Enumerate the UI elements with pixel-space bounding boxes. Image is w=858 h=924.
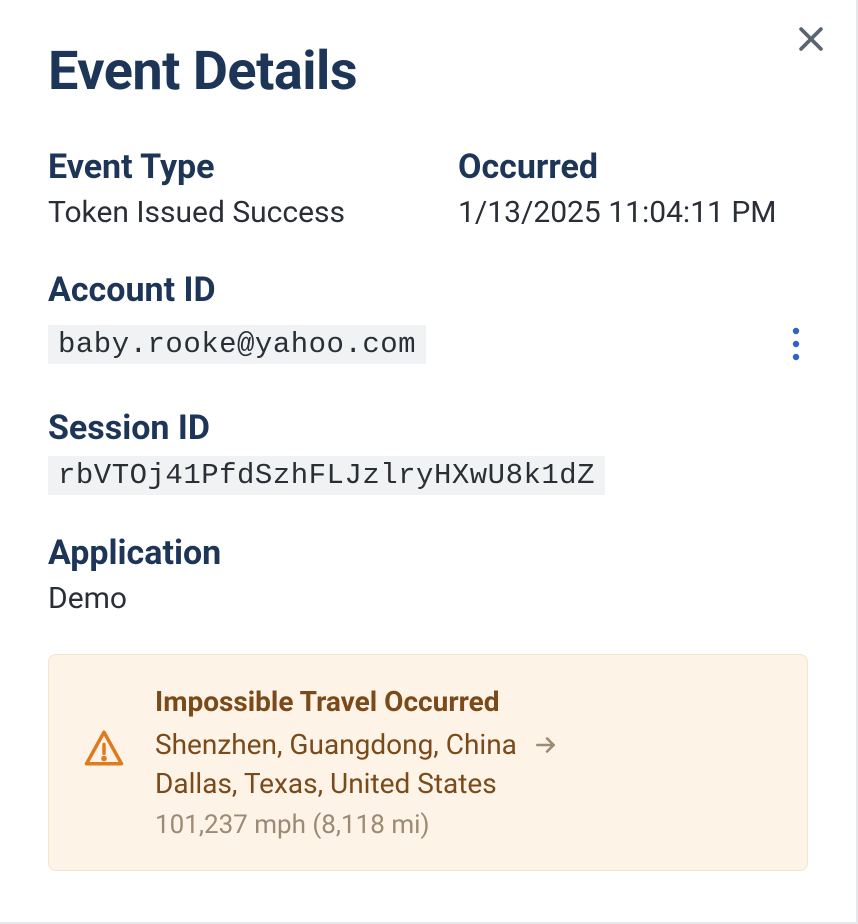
kebab-icon	[792, 326, 800, 362]
account-id-label: Account ID	[48, 270, 808, 310]
application-label: Application	[48, 533, 808, 573]
session-id-field: Session ID rbVTOj41PfdSzhFLJzlryHXwU8k1d…	[48, 408, 808, 495]
arrow-right-icon	[533, 732, 559, 758]
travel-from: Shenzhen, Guangdong, China	[155, 728, 517, 761]
application-field: Application Demo	[48, 533, 808, 616]
warning-icon	[83, 727, 125, 769]
close-button[interactable]	[794, 22, 828, 56]
event-details-panel: Event Details Event Type Token Issued Su…	[0, 0, 856, 911]
page-title: Event Details	[48, 40, 808, 103]
alert-body: Impossible Travel Occurred Shenzhen, Gua…	[155, 685, 773, 840]
travel-meta: 101,237 mph (8,118 mi)	[155, 810, 773, 840]
session-id-label: Session ID	[48, 408, 808, 448]
event-type-occurred-row: Event Type Token Issued Success Occurred…	[48, 147, 808, 230]
occurred-field: Occurred 1/13/2025 11:04:11 PM	[458, 147, 808, 230]
account-id-actions-button[interactable]	[784, 318, 808, 370]
impossible-travel-alert: Impossible Travel Occurred Shenzhen, Gua…	[48, 654, 808, 871]
alert-title: Impossible Travel Occurred	[155, 685, 773, 718]
event-type-value: Token Issued Success	[48, 195, 398, 230]
application-value: Demo	[48, 581, 808, 616]
session-id-value: rbVTOj41PfdSzhFLJzlryHXwU8k1dZ	[48, 456, 605, 495]
occurred-label: Occurred	[458, 147, 808, 187]
close-icon	[794, 22, 828, 56]
event-type-field: Event Type Token Issued Success	[48, 147, 398, 230]
travel-to: Dallas, Texas, United States	[155, 767, 773, 800]
event-type-label: Event Type	[48, 147, 398, 187]
account-id-value: baby.rooke@yahoo.com	[48, 325, 426, 364]
travel-from-line: Shenzhen, Guangdong, China	[155, 728, 773, 761]
account-id-field: Account ID baby.rooke@yahoo.com	[48, 270, 808, 370]
occurred-value: 1/13/2025 11:04:11 PM	[458, 195, 808, 230]
